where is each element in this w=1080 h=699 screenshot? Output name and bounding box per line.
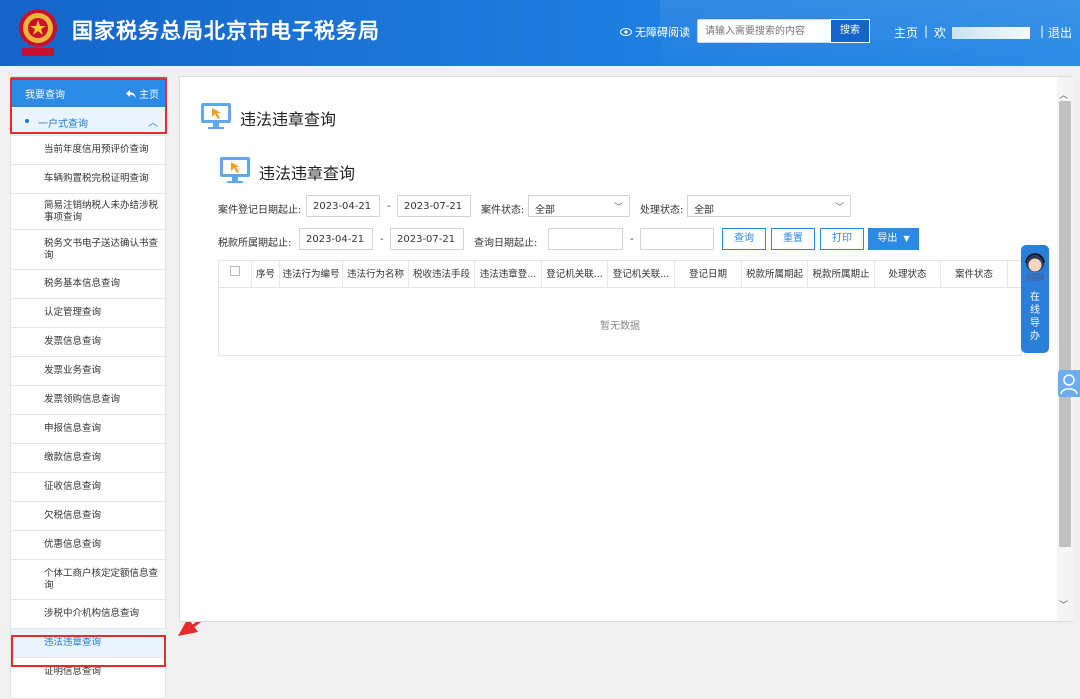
column-header[interactable]: 处理状态	[875, 261, 941, 288]
tax-period-label: 税款所属期起止:	[218, 238, 292, 249]
monitor-icon	[220, 157, 250, 183]
search-input[interactable]	[697, 19, 831, 43]
highlight-box-active-item	[11, 635, 166, 667]
case-date-label: 案件登记日期起止:	[218, 205, 302, 216]
sidebar-item[interactable]: 申报信息查询	[11, 414, 167, 443]
nav-separator: |	[1040, 24, 1045, 38]
column-header[interactable]: 登记日期	[675, 261, 742, 288]
sidebar-item[interactable]: 发票业务查询	[11, 356, 167, 385]
sidebar-item[interactable]: 发票信息查询	[11, 327, 167, 356]
masked-username	[952, 27, 1030, 39]
home-link[interactable]: 主页	[894, 24, 918, 41]
nav-separator: |	[924, 24, 929, 38]
sidebar-item[interactable]: 当前年度信用预评价查询	[11, 135, 167, 164]
select-all-cell	[219, 261, 252, 288]
monitor-icon	[201, 103, 231, 129]
top-header: 国家税务总局北京市电子税务局 无障碍阅读 搜索 主页 | 欢 | 退出	[0, 0, 1080, 66]
chevron-down-icon: ﹀	[613, 203, 623, 213]
sidebar-item[interactable]: 车辆购置税完税证明查询	[11, 164, 167, 193]
scroll-down-icon[interactable]: ﹀	[1059, 598, 1068, 611]
logout-link[interactable]: 退出	[1048, 24, 1072, 41]
case-date-to-input[interactable]: 2023-07-21	[397, 195, 471, 217]
sidebar-item[interactable]: 缴款信息查询	[11, 443, 167, 472]
national-emblem-icon	[19, 9, 57, 56]
online-service-widget[interactable]: 在线导办	[1021, 245, 1049, 353]
column-header[interactable]: 税款所属期止	[808, 261, 875, 288]
scroll-up-icon[interactable]: ︿	[1059, 88, 1068, 101]
page-title: 违法违章查询	[240, 110, 337, 129]
table-header: 序号 违法行为编号 违法行为名称 税收违法手段 违法违章登... 登记机关联... 登记机关…	[219, 261, 1021, 288]
process-status-label: 处理状态:	[640, 205, 684, 216]
sidebar-item[interactable]: 欠税信息查询	[11, 501, 167, 530]
online-service-label: 在线导办	[1030, 292, 1040, 342]
query-date-label: 查询日期起止:	[474, 238, 538, 249]
scrollbar-thumb[interactable]	[1059, 101, 1071, 547]
site-title: 国家税务总局北京市电子税务局	[72, 19, 380, 43]
query-date-to-input[interactable]	[640, 228, 714, 250]
sidebar-item[interactable]: 涉税中介机构信息查询	[11, 599, 167, 628]
column-header[interactable]: 登记机关联...	[542, 261, 608, 288]
process-status-value: 全部	[694, 205, 714, 216]
date-dash: -	[630, 234, 634, 245]
case-status-select[interactable]: 全部 ﹀	[528, 195, 630, 217]
welcome-text: 欢	[934, 26, 947, 40]
sidebar-item[interactable]: 个体工商户核定定额信息查询	[11, 559, 167, 599]
process-status-select[interactable]: 全部 ﹀	[687, 195, 851, 217]
column-header[interactable]: 违法行为名称	[343, 261, 409, 288]
case-date-from-input[interactable]: 2023-04-21	[306, 195, 380, 217]
caret-down-icon: ▼	[903, 234, 910, 243]
user-float-button[interactable]	[1058, 370, 1080, 397]
column-header[interactable]: 违法行为编号	[280, 261, 343, 288]
query-date-from-input[interactable]	[548, 228, 623, 250]
sidebar-item[interactable]: 征收信息查询	[11, 472, 167, 501]
case-status-label: 案件状态:	[481, 205, 525, 216]
column-header[interactable]: 税收违法手段	[409, 261, 475, 288]
select-all-checkbox[interactable]	[230, 266, 240, 276]
query-button[interactable]: 查询	[722, 228, 766, 250]
accessibility-label: 无障碍阅读	[635, 26, 690, 39]
column-header[interactable]: 序号	[252, 261, 280, 288]
sidebar-item[interactable]: 税务文书电子送达确认书查询	[11, 229, 167, 269]
empty-state-text: 暂无数据	[600, 321, 640, 332]
service-agent-icon	[1025, 253, 1045, 281]
sidebar-item[interactable]: 优惠信息查询	[11, 530, 167, 559]
column-header[interactable]: 违法违章登...	[475, 261, 542, 288]
print-button[interactable]: 打印	[820, 228, 864, 250]
highlight-box-sidebar-header	[10, 78, 167, 134]
accessibility-toggle[interactable]: 无障碍阅读	[620, 24, 690, 40]
user-icon	[1060, 374, 1078, 395]
column-header[interactable]: 登记机关联...	[608, 261, 675, 288]
sidebar: 我要查询 主页 一户式查询 ︿ 当前年度信用预评价查询 车辆购置税完税证明查询 简易…	[10, 76, 167, 699]
date-dash: -	[380, 234, 384, 245]
column-header[interactable]: 税款所属期起	[742, 261, 808, 288]
eye-icon	[620, 28, 632, 36]
card-title: 违法违章查询	[259, 164, 356, 183]
export-label: 导出	[877, 233, 898, 244]
sidebar-item[interactable]: 认定管理查询	[11, 298, 167, 327]
sidebar-item[interactable]: 简易注销纳税人未办结涉税事项查询	[11, 193, 167, 229]
column-header[interactable]: 案件状态	[941, 261, 1008, 288]
tax-period-to-input[interactable]: 2023-07-21	[390, 228, 464, 250]
case-status-value: 全部	[535, 205, 555, 216]
tax-period-from-input[interactable]: 2023-04-21	[299, 228, 373, 250]
export-button[interactable]: 导出 ▼	[868, 228, 919, 250]
search-button[interactable]: 搜索	[830, 19, 870, 43]
chevron-down-icon: ﹀	[834, 203, 844, 213]
results-table: 序号 违法行为编号 违法行为名称 税收违法手段 违法违章登... 登记机关联... 登记机关…	[218, 260, 1022, 356]
sidebar-item[interactable]: 税务基本信息查询	[11, 269, 167, 298]
reset-button[interactable]: 重置	[771, 228, 815, 250]
date-dash: -	[387, 201, 391, 212]
sidebar-item[interactable]: 发票领购信息查询	[11, 385, 167, 414]
